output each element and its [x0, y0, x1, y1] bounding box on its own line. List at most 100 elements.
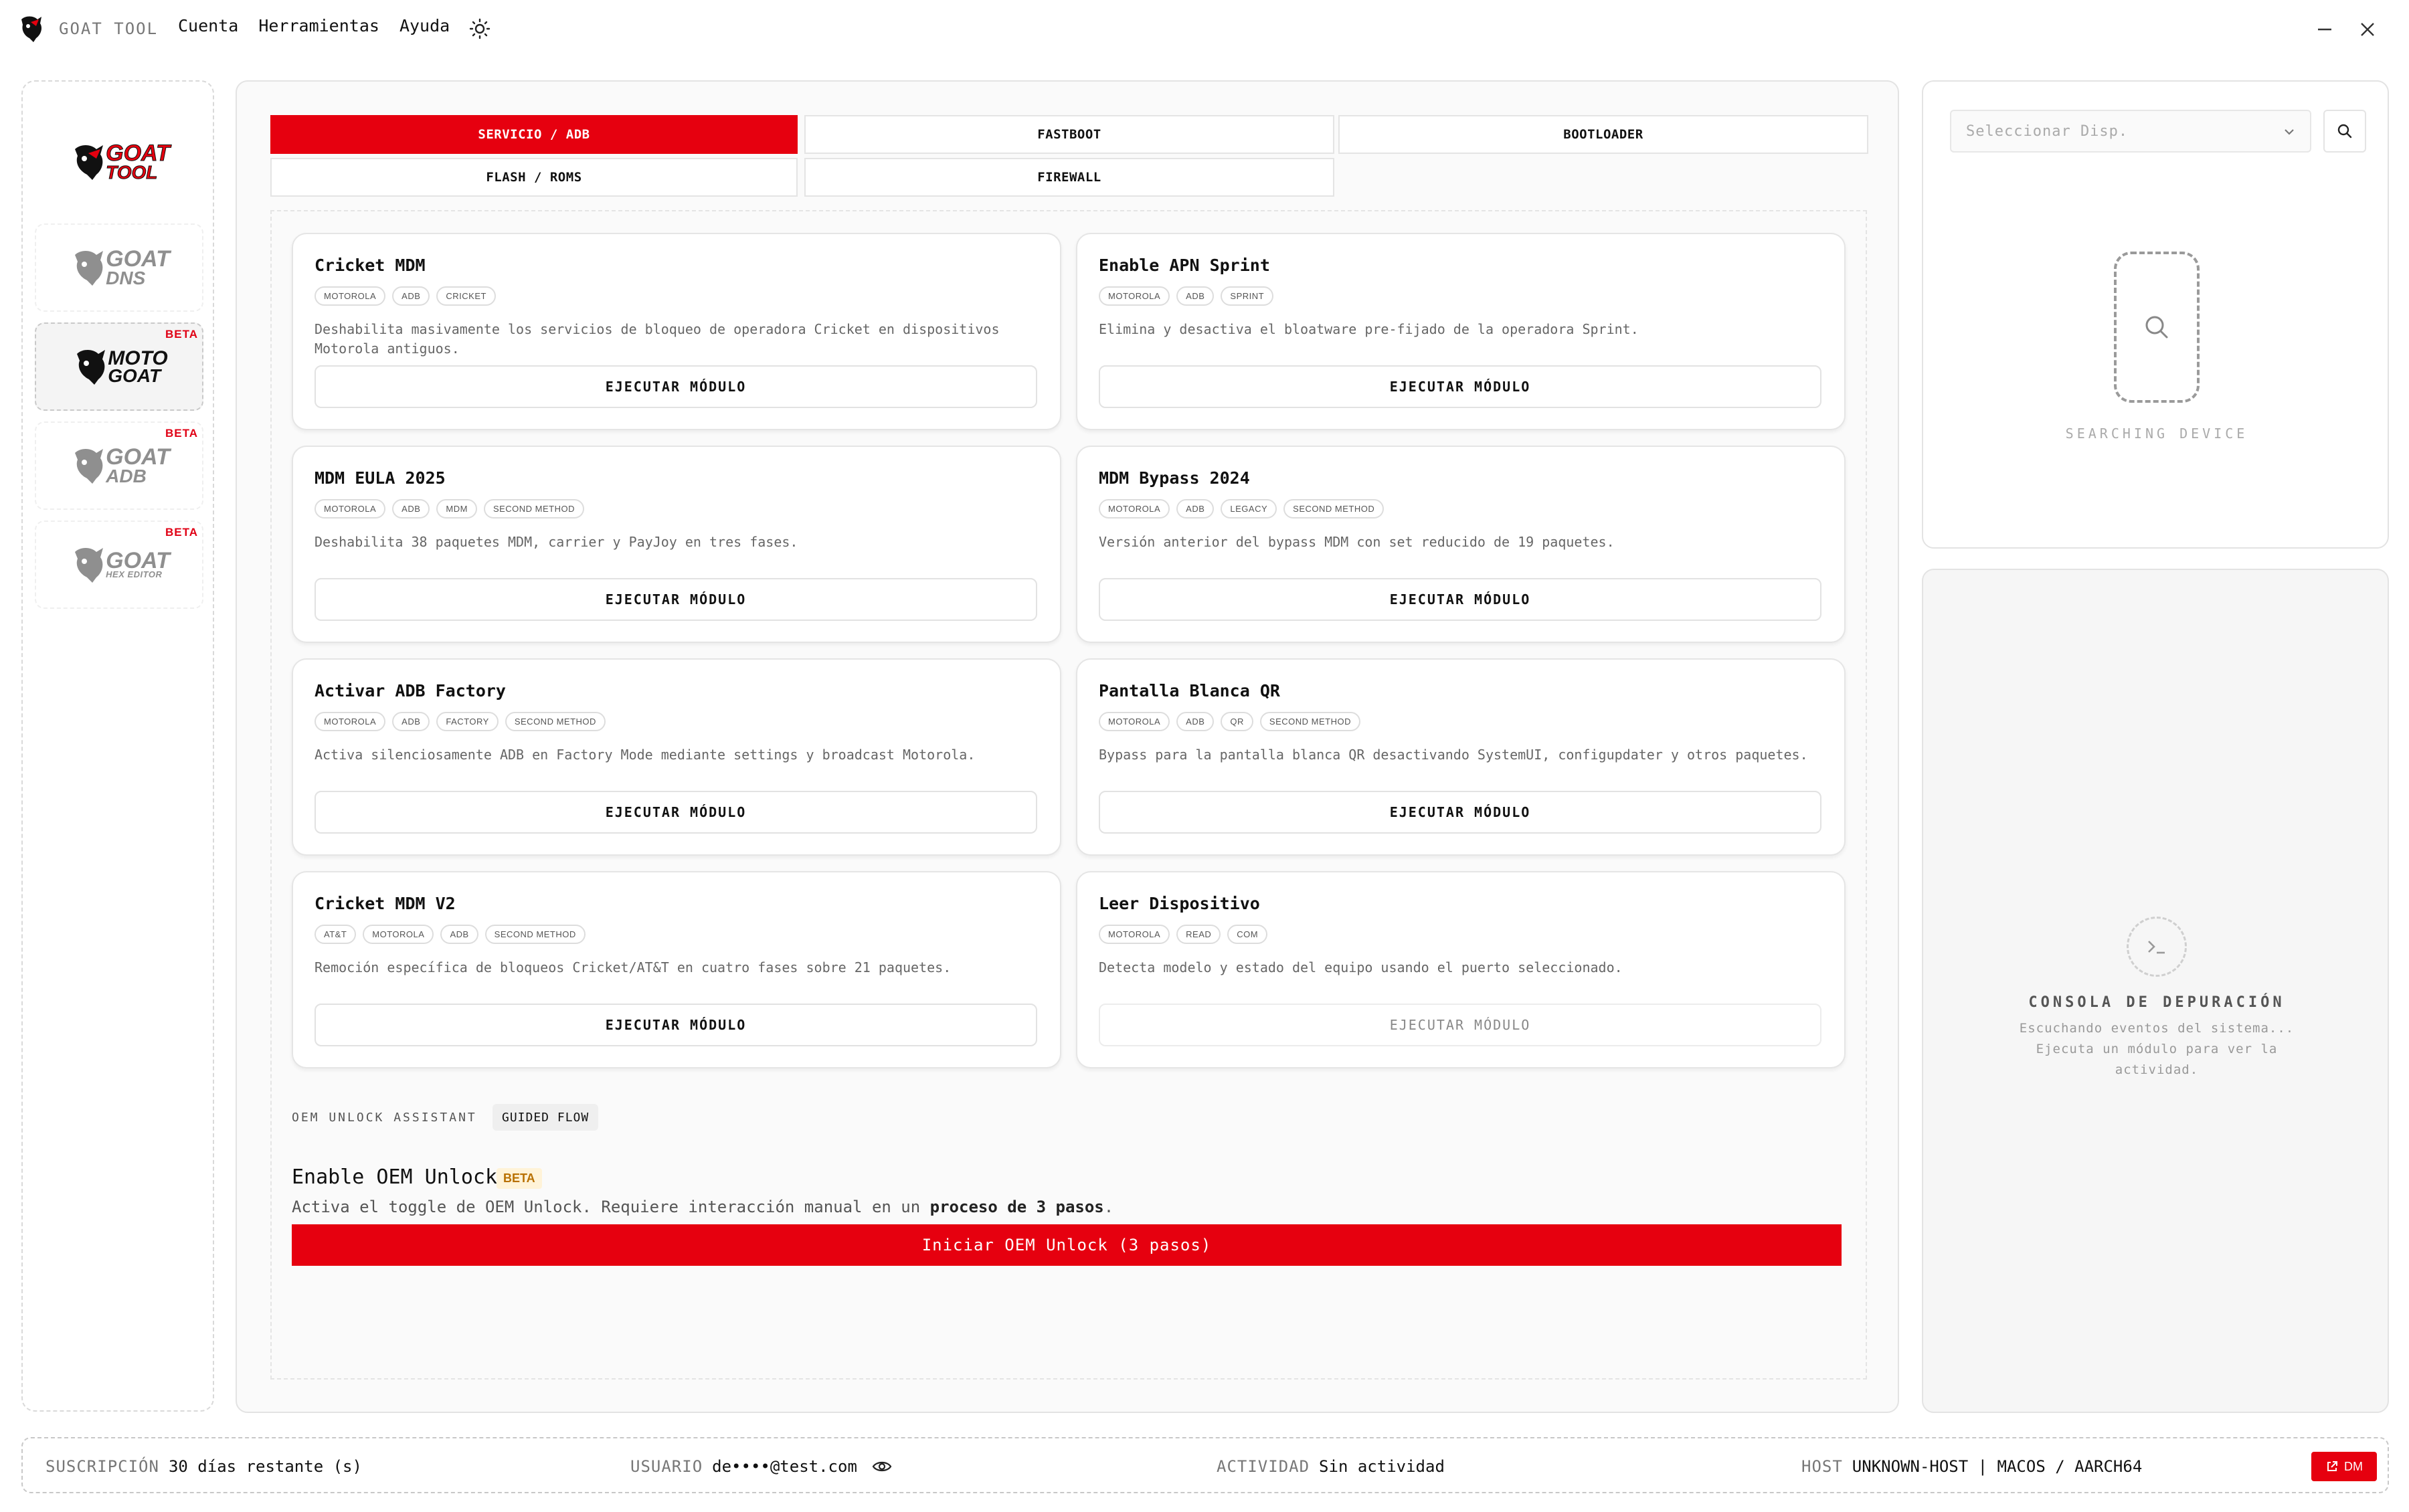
card-description: Remoción específica de bloqueos Cricket/…: [315, 959, 952, 975]
logo-line1: MOTO: [108, 347, 168, 369]
tab-servicio-adb[interactable]: SERVICIO / ADB: [270, 115, 798, 154]
goat-hex-editor-logo: GOAT HEX EDITOR: [68, 543, 170, 587]
tag: CRICKET: [436, 286, 496, 306]
device-panel: Seleccionar Disp. SEARCHING DEVICE: [1922, 80, 2389, 549]
user-value: de••••@test.com: [712, 1457, 857, 1476]
tag: COM: [1227, 925, 1268, 944]
tag: ADB: [1176, 286, 1215, 306]
dm-label: DM: [2344, 1459, 2363, 1473]
goat-tool-logo: GOAT TOOL: [68, 140, 170, 184]
logo-line2: TOOL: [106, 161, 158, 183]
tool-sidebar: GOAT TOOL GOAT DNS BETA MOTO GOAT BETA G…: [21, 80, 214, 1412]
execute-module-button[interactable]: EJECUTAR MÓDULO: [315, 365, 1037, 408]
app-brand: GOAT TOOL: [16, 12, 158, 45]
tag: ADB: [1176, 712, 1215, 731]
minimize-icon[interactable]: [2311, 16, 2338, 43]
beta-badge: BETA: [497, 1168, 542, 1189]
sun-icon[interactable]: [468, 17, 491, 40]
execute-module-button[interactable]: EJECUTAR MÓDULO: [1099, 791, 1821, 834]
card-title: Cricket MDM V2: [315, 894, 456, 913]
tag: SECOND METHOD: [505, 712, 606, 731]
menu-ayuda[interactable]: Ayuda: [399, 16, 450, 35]
tag: ADB: [1176, 499, 1215, 518]
card-description: Deshabilita masivamente los servicios de…: [315, 321, 1000, 357]
app-name: GOAT TOOL: [59, 19, 159, 38]
logo-line1: GOAT: [106, 444, 170, 470]
logo-line3: HEX EDITOR: [106, 569, 163, 580]
goat-logo-icon: [21, 16, 41, 42]
card-description: Detecta modelo y estado del equipo usand…: [1099, 959, 1623, 975]
oem-title: Enable OEM Unlock: [292, 1165, 498, 1189]
chevron-down-icon: [2285, 129, 2294, 135]
logo-line2: DNS: [106, 267, 146, 288]
beta-badge: BETA: [165, 526, 198, 539]
sidebar-item-goat-adb[interactable]: BETA GOAT ADB: [35, 421, 203, 510]
card-tags: MOTOROLA READ COM: [1099, 925, 1268, 944]
card-title: Cricket MDM: [315, 256, 426, 275]
tag: SPRINT: [1221, 286, 1274, 306]
card-tags: MOTOROLA ADB MDM SECOND METHOD: [315, 499, 585, 518]
search-icon: [2145, 316, 2168, 339]
card-tags: MOTOROLA ADB CRICKET: [315, 286, 496, 306]
sidebar-item-goat-hex-editor[interactable]: BETA GOAT HEX EDITOR: [35, 521, 203, 609]
tab-firewall[interactable]: FIREWALL: [804, 158, 1334, 197]
execute-module-button[interactable]: EJECUTAR MÓDULO: [315, 578, 1037, 621]
goat-dns-logo: GOAT DNS: [68, 246, 170, 290]
menu-bar: Cuenta Herramientas Ayuda: [178, 16, 450, 35]
tag: MDM: [436, 499, 477, 518]
sidebar-item-goat-dns[interactable]: GOAT DNS: [35, 223, 203, 312]
card-title: MDM Bypass 2024: [1099, 468, 1250, 488]
device-select[interactable]: Seleccionar Disp.: [1950, 110, 2311, 153]
tab-bootloader[interactable]: BOOTLOADER: [1338, 115, 1868, 154]
tag: READ: [1176, 925, 1221, 944]
subscription-status: SUSCRIPCIÓN 30 días restante (s): [46, 1457, 362, 1476]
execute-module-button[interactable]: EJECUTAR MÓDULO: [315, 791, 1037, 834]
search-icon: [2337, 124, 2352, 138]
host-status: HOST UNKNOWN-HOST | MACOS / AARCH64: [1801, 1457, 2142, 1476]
card-title: Activar ADB Factory: [315, 681, 506, 700]
beta-badge: BETA: [165, 328, 198, 341]
tag: MOTOROLA: [363, 925, 434, 944]
dm-button[interactable]: DM: [2311, 1452, 2377, 1481]
title-bar: GOAT TOOL Cuenta Herramientas Ayuda: [0, 0, 2409, 58]
tag: SECOND METHOD: [483, 499, 585, 518]
activity-value: Sin actividad: [1319, 1457, 1445, 1476]
tag: MOTOROLA: [1099, 712, 1170, 731]
card-description: Activa silenciosamente ADB en Factory Mo…: [315, 747, 976, 763]
menu-herramientas[interactable]: Herramientas: [258, 16, 379, 35]
tag: LEGACY: [1221, 499, 1277, 518]
user-status: USUARIO de••••@test.com: [630, 1457, 857, 1476]
sidebar-item-goat-tool[interactable]: GOAT TOOL: [35, 118, 203, 206]
oem-desc-text: Activa el toggle de OEM Unlock. Requiere…: [292, 1198, 930, 1216]
execute-module-button[interactable]: EJECUTAR MÓDULO: [1099, 365, 1821, 408]
card-tags: AT&T MOTOROLA ADB SECOND METHOD: [315, 925, 586, 944]
module-card: Enable APN Sprint MOTOROLA ADB SPRINT El…: [1076, 233, 1846, 430]
logo-line2: GOAT: [108, 365, 161, 386]
close-icon[interactable]: [2354, 16, 2381, 43]
eye-icon[interactable]: [871, 1456, 893, 1477]
execute-module-button[interactable]: EJECUTAR MÓDULO: [1099, 578, 1821, 621]
logo-line1: GOAT: [106, 547, 170, 573]
module-card: Cricket MDM V2 AT&T MOTOROLA ADB SECOND …: [292, 871, 1061, 1068]
activity-label: ACTIVIDAD: [1217, 1457, 1310, 1476]
tag: QR: [1221, 712, 1253, 731]
card-tags: MOTOROLA ADB QR SECOND METHOD: [1099, 712, 1360, 731]
host-label: HOST: [1801, 1457, 1843, 1476]
external-link-icon: [2327, 1461, 2337, 1471]
sidebar-item-moto-goat[interactable]: BETA MOTO GOAT: [35, 322, 203, 411]
tag: MOTOROLA: [1099, 286, 1170, 306]
tab-fastboot[interactable]: FASTBOOT: [804, 115, 1334, 154]
device-status: SEARCHING DEVICE: [2065, 426, 2248, 442]
menu-cuenta[interactable]: Cuenta: [178, 16, 238, 35]
console-title: CONSOLA DE DEPURACIÓN: [2028, 994, 2285, 1011]
tag: MOTOROLA: [315, 712, 386, 731]
tag: SECOND METHOD: [1283, 499, 1385, 518]
start-oem-unlock-button[interactable]: Iniciar OEM Unlock (3 pasos): [292, 1224, 1842, 1266]
execute-module-button[interactable]: EJECUTAR MÓDULO: [1099, 1004, 1821, 1046]
moto-goat-logo: MOTO GOAT: [70, 345, 168, 389]
execute-module-button[interactable]: EJECUTAR MÓDULO: [315, 1004, 1037, 1046]
card-description: Deshabilita 38 paquetes MDM, carrier y P…: [315, 534, 798, 550]
tab-flash-roms[interactable]: FLASH / ROMS: [270, 158, 798, 197]
search-device-button[interactable]: [2323, 110, 2366, 153]
tag: ADB: [440, 925, 478, 944]
